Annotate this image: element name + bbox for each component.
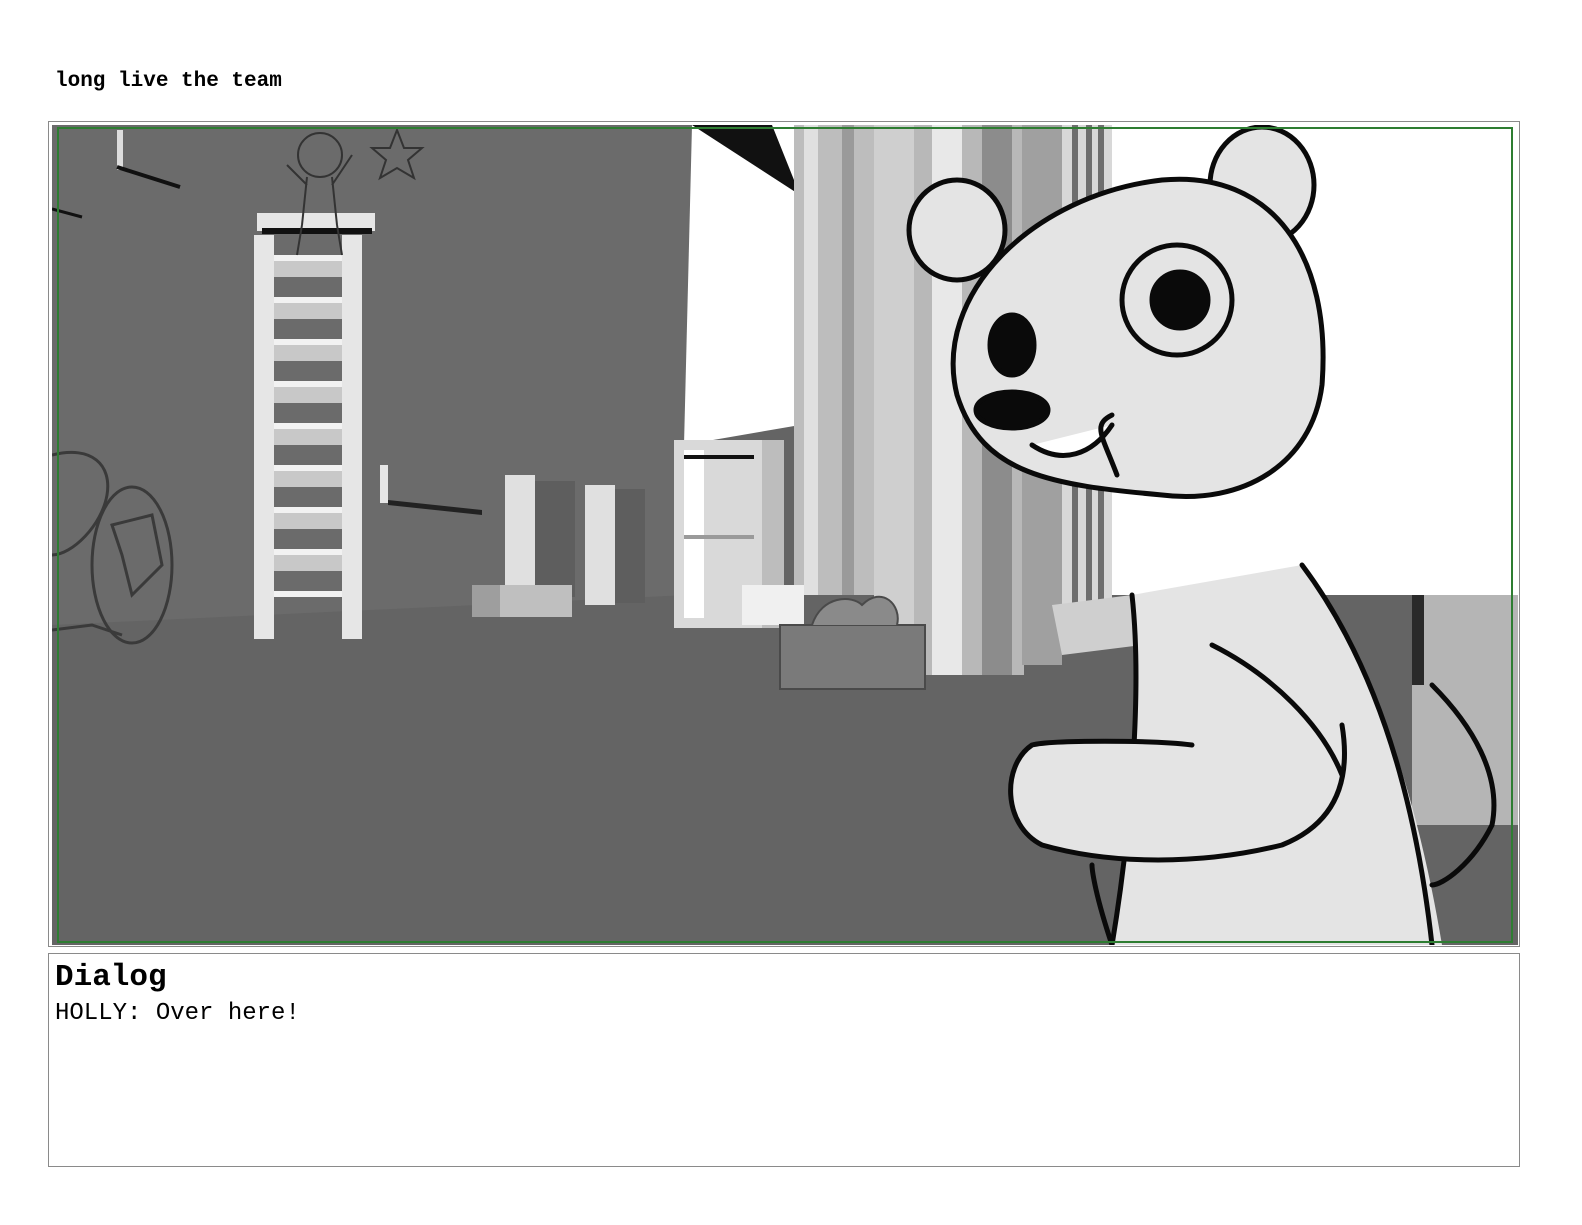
dialog-box: Dialog HOLLY: Over here! <box>48 953 1520 1167</box>
dialog-line: HOLLY: Over here! <box>55 1000 300 1027</box>
page-title: long live the team <box>55 70 282 93</box>
storyboard-panel <box>48 121 1520 947</box>
storyboard-sketch-image <box>52 125 1518 945</box>
dialog-heading: Dialog <box>55 960 167 995</box>
